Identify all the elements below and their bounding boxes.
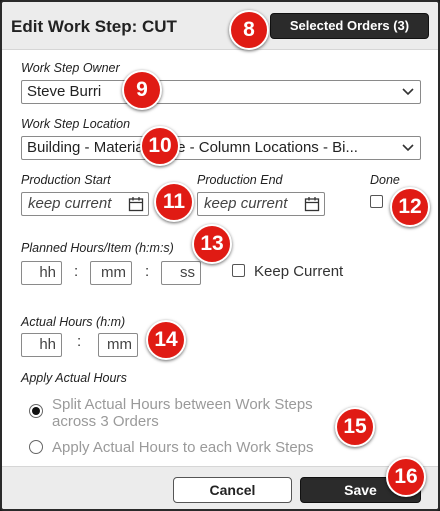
chevron-down-icon [402, 144, 414, 152]
apply-each-radio[interactable] [29, 440, 43, 454]
planned-hours-mm-input[interactable]: mm [90, 261, 132, 285]
time-separator: : [77, 333, 82, 350]
actual-hours-mm-input[interactable]: mm [98, 333, 138, 357]
production-start-placeholder: keep current [28, 195, 112, 212]
annotation-badge-11: 11 [154, 182, 194, 222]
annotation-badge-12: 12 [390, 187, 430, 227]
done-checkbox[interactable] [370, 195, 383, 208]
production-end-label: Production End [197, 173, 283, 187]
annotation-badge-16: 16 [386, 457, 426, 497]
keep-current-label: Keep Current [254, 263, 344, 280]
edit-work-step-dialog: Edit Work Step: CUT Selected Orders (3) … [0, 0, 440, 511]
cancel-button[interactable]: Cancel [173, 477, 292, 503]
owner-value: Steve Burri [27, 83, 102, 100]
dialog-title: Edit Work Step: CUT [11, 17, 177, 36]
actual-hours-hh-input[interactable]: hh [21, 333, 62, 357]
annotation-badge-15: 15 [335, 407, 375, 447]
split-hours-radio-label: Split Actual Hours between Work Steps ac… [52, 396, 313, 430]
planned-hours-label: Planned Hours/Item (h:m:s) [21, 241, 174, 255]
location-label: Work Step Location [21, 117, 131, 131]
dialog-footer: Cancel Save [2, 466, 438, 509]
selected-orders-button[interactable]: Selected Orders (3) [270, 13, 429, 39]
production-end-input[interactable]: keep current [197, 192, 325, 216]
dialog-header: Edit Work Step: CUT Selected Orders (3) [2, 2, 438, 50]
time-separator: : [145, 263, 150, 280]
location-select[interactable]: Building - Material Zone - Column Locati… [21, 136, 421, 160]
actual-hours-label: Actual Hours (h:m) [21, 315, 126, 329]
production-end-placeholder: keep current [204, 195, 288, 212]
apply-actual-hours-label: Apply Actual Hours [21, 371, 127, 385]
split-hours-radio[interactable] [29, 404, 43, 418]
annotation-badge-14: 14 [146, 320, 186, 360]
annotation-badge-13: 13 [192, 224, 232, 264]
keep-current-checkbox[interactable] [232, 264, 245, 277]
annotation-badge-10: 10 [140, 126, 180, 166]
planned-hours-hh-input[interactable]: hh [21, 261, 62, 285]
apply-each-radio-label: Apply Actual Hours to each Work Steps [52, 439, 314, 456]
calendar-icon[interactable] [304, 196, 320, 212]
annotation-badge-9: 9 [122, 70, 162, 110]
done-label: Done [370, 173, 400, 187]
production-start-input[interactable]: keep current [21, 192, 149, 216]
calendar-icon[interactable] [128, 196, 144, 212]
owner-select[interactable]: Steve Burri [21, 80, 421, 104]
planned-hours-ss-input[interactable]: ss [161, 261, 201, 285]
production-start-label: Production Start [21, 173, 111, 187]
chevron-down-icon [402, 88, 414, 96]
annotation-badge-8: 8 [229, 10, 269, 50]
location-value: Building - Material Zone - Column Locati… [27, 139, 358, 156]
owner-label: Work Step Owner [21, 61, 120, 75]
time-separator: : [74, 263, 79, 280]
